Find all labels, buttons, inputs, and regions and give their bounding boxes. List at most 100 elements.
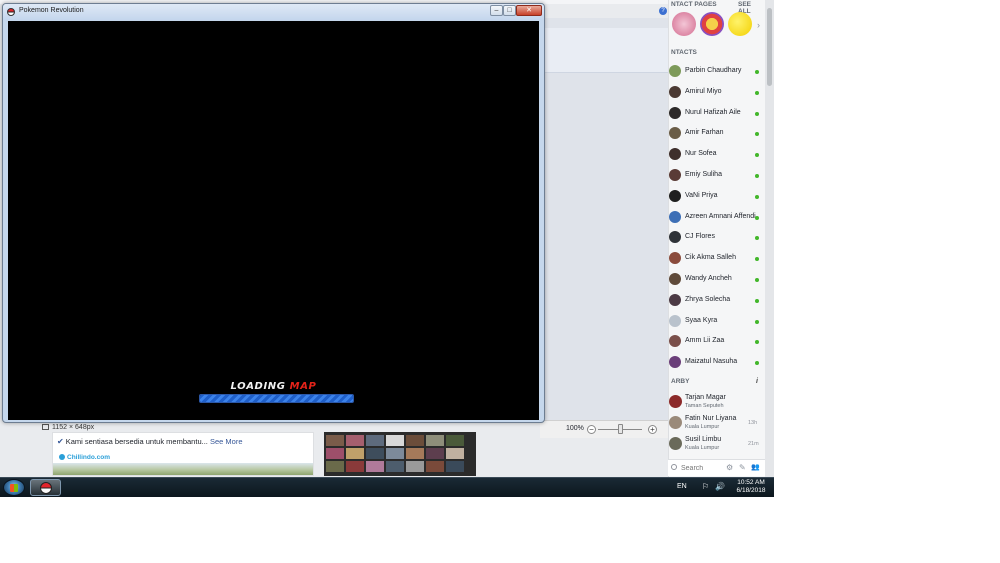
checkmark-icon: ✔ <box>57 437 64 446</box>
chat-search-input[interactable] <box>681 462 725 474</box>
page-avatar[interactable] <box>700 12 724 36</box>
sidebar-scroll-thumb[interactable] <box>767 8 772 86</box>
loading-progress-bar <box>199 394 354 403</box>
start-button[interactable] <box>3 479 25 496</box>
compose-icon[interactable]: ✎ <box>739 463 746 472</box>
collage-cell <box>346 435 364 446</box>
nearby-time: 13h <box>748 420 758 426</box>
online-status-dot <box>755 90 759 95</box>
avatar <box>669 416 682 429</box>
system-clock[interactable]: 10:52 AM 6/18/2018 <box>733 479 769 495</box>
contact-row[interactable]: Nurul Hafizah Aile <box>669 105 765 125</box>
collage-cell <box>426 435 444 446</box>
loading-label: LOADING MAP <box>8 381 539 392</box>
avatar <box>669 437 682 450</box>
close-button[interactable]: ✕ <box>516 5 542 16</box>
contact-row[interactable]: Zhrya Solecha <box>669 292 765 312</box>
collage-cell <box>326 448 344 459</box>
contact-row[interactable]: Parbin Chaudhary <box>669 63 765 83</box>
taskbar-game-button[interactable] <box>30 479 61 496</box>
system-tray-icons[interactable]: ⚐ 🔊 <box>702 482 727 491</box>
loading-accent-word: MAP <box>289 381 317 392</box>
collage-cell <box>446 461 464 472</box>
contact-row[interactable]: Amm Lii Zaa <box>669 333 765 353</box>
minimize-button[interactable]: – <box>490 5 503 16</box>
contact-row[interactable]: Nur Sofea <box>669 146 765 166</box>
contact-row[interactable]: Wandy Ancheh <box>669 271 765 291</box>
zoom-slider-thumb[interactable] <box>618 424 623 434</box>
avatar <box>669 106 681 119</box>
contact-name: Cik Akma Salleh <box>685 254 736 262</box>
desktop-screen: ? 100% − + 1152 × 648px ✔ Kami sentiasa b… <box>0 0 774 497</box>
page-avatar[interactable] <box>672 12 696 36</box>
contact-row[interactable]: Azreen Amnani Affendi <box>669 209 765 229</box>
create-group-icon[interactable]: 👥 <box>751 463 760 471</box>
contact-row[interactable]: VaNi Priya <box>669 188 765 208</box>
contact-row[interactable]: Emiy Suliha <box>669 167 765 187</box>
contacts-header: ntacts <box>671 49 697 56</box>
contact-name: Azreen Amnani Affendi <box>685 212 756 220</box>
avatar <box>669 148 681 161</box>
contact-name: CJ Flores <box>685 233 715 241</box>
contact-name: Emiy Suliha <box>685 171 722 178</box>
contact-row[interactable]: Amirul Miyo <box>669 84 765 104</box>
online-status-dot <box>755 111 759 116</box>
zoom-out-icon[interactable]: − <box>587 425 596 434</box>
online-status-dot <box>755 319 759 324</box>
collage-cell <box>446 448 464 459</box>
contact-name: Parbin Chaudhary <box>685 67 742 74</box>
nearby-time: 21m <box>748 441 759 447</box>
contact-name: Syaa Kyra <box>685 316 718 324</box>
collage-cell <box>386 448 404 459</box>
online-status-dot <box>755 70 759 74</box>
nearby-location: Kuala Lumpur <box>685 445 720 451</box>
chevron-right-icon[interactable]: › <box>757 20 760 30</box>
loading-word: LOADING <box>230 381 286 392</box>
feed-photo-collage[interactable] <box>324 432 476 476</box>
info-icon[interactable]: i <box>756 378 758 385</box>
collage-cell <box>446 435 464 446</box>
post-text: ✔ Kami sentiasa bersedia untuk membantu..… <box>57 437 243 446</box>
image-viewer-statusbar: 100% − + <box>540 420 668 438</box>
contact-row[interactable]: CJ Flores <box>669 229 765 249</box>
avatar <box>669 314 681 327</box>
nearby-location: Kuala Lumpur <box>685 424 720 430</box>
collage-cell <box>426 448 444 459</box>
gear-icon[interactable]: ⚙ <box>726 463 733 472</box>
feed-post: ✔ Kami sentiasa bersedia untuk membantu..… <box>52 432 314 476</box>
collage-cell <box>406 448 424 459</box>
nearby-row[interactable]: Tarjan Magar Taman Seputeh <box>669 393 765 413</box>
post-brand[interactable]: Chillindo.com <box>59 454 110 461</box>
online-status-dot <box>755 194 759 199</box>
maximize-button[interactable]: □ <box>503 5 516 16</box>
contact-row[interactable]: Syaa Kyra <box>669 313 765 333</box>
game-canvas[interactable]: LOADING MAP <box>8 21 539 420</box>
language-indicator[interactable]: EN <box>677 483 687 490</box>
contact-row[interactable]: Maizatul Nasuha <box>669 354 765 374</box>
search-icon <box>671 464 677 470</box>
nearby-name: Susil Limbu <box>685 436 722 443</box>
collage-cell <box>326 435 344 446</box>
zoom-in-icon[interactable]: + <box>648 425 657 434</box>
nearby-row[interactable]: Susil Limbu Kuala Lumpur 21m <box>669 435 765 455</box>
window-title-bar[interactable]: Pokemon Revolution – □ ✕ <box>3 4 544 20</box>
clock-date: 6/18/2018 <box>736 487 766 494</box>
contact-name: Wandy Ancheh <box>685 275 732 282</box>
help-icon[interactable]: ? <box>659 7 667 15</box>
browser-page-area <box>540 18 668 438</box>
game-window[interactable]: Pokemon Revolution – □ ✕ LOADING MAP <box>2 3 545 423</box>
contact-row[interactable]: Cik Akma Salleh <box>669 250 765 270</box>
nearby-location: Taman Seputeh <box>685 403 724 409</box>
avatar <box>669 395 682 408</box>
page-avatar[interactable] <box>728 12 752 36</box>
nearby-header: arby <box>671 378 690 385</box>
avatar <box>669 273 681 285</box>
nearby-row[interactable]: Fatin Nur Liyana Kuala Lumpur 13h <box>669 414 765 434</box>
see-more-link[interactable]: See More <box>210 437 243 446</box>
avatar <box>669 85 681 98</box>
contact-name: Zhrya Solecha <box>685 295 731 303</box>
online-status-dot <box>755 361 759 366</box>
contact-row[interactable]: Amir Farhan <box>669 125 765 145</box>
post-photo[interactable] <box>53 463 313 475</box>
windows-logo-icon <box>10 484 18 492</box>
